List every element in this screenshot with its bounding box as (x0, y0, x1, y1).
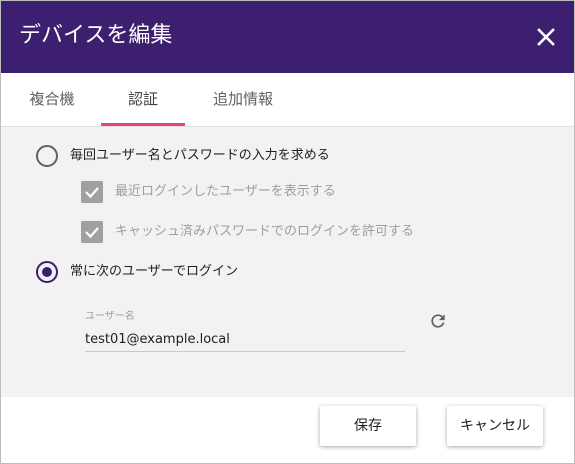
cancel-button[interactable]: キャンセル (447, 406, 543, 446)
tab-additional-info-label: 追加情報 (212, 90, 273, 108)
tab-additional-info[interactable]: 追加情報 (205, 73, 281, 126)
tab-device-label: 複合機 (29, 90, 75, 108)
radio-dot (42, 267, 52, 277)
edit-device-dialog: デバイスを編集 複合機 認証 追加情報 毎回ユーザー名とパスワードの入力を求める (0, 0, 575, 464)
checkbox-allow-cached-password-label: キャッシュ済みパスワードでのログインを許可する (115, 224, 415, 239)
checkbox-show-recent-users-label: 最近ログインしたユーザーを表示する (115, 184, 336, 199)
checkbox-checked-disabled (81, 181, 103, 203)
radio-selected[interactable] (36, 261, 58, 283)
radio-unselected[interactable] (36, 145, 58, 167)
auth-panel: 毎回ユーザー名とパスワードの入力を求める 最近ログインしたユーザーを表示する キ… (1, 127, 574, 397)
tab-device[interactable]: 複合機 (21, 73, 83, 126)
radio-prompt-credentials-label: 毎回ユーザー名とパスワードの入力を求める (70, 148, 330, 163)
dialog-header: デバイスを編集 (1, 1, 574, 73)
save-button[interactable]: 保存 (320, 406, 416, 446)
username-field-label: ユーザー名 (85, 311, 135, 322)
username-field[interactable] (85, 327, 405, 352)
dialog-footer: 保存 キャンセル (1, 397, 574, 463)
close-icon[interactable] (532, 23, 560, 51)
dialog-title: デバイスを編集 (19, 23, 173, 48)
active-tab-indicator (101, 123, 185, 126)
checkbox-checked-disabled (81, 221, 103, 243)
refresh-icon[interactable] (428, 311, 448, 331)
tab-authentication-label: 認証 (127, 90, 158, 108)
tab-bar: 複合機 認証 追加情報 (1, 73, 574, 127)
radio-always-login-as-label: 常に次のユーザーでログイン (70, 264, 238, 279)
tab-authentication[interactable]: 認証 (101, 73, 185, 126)
